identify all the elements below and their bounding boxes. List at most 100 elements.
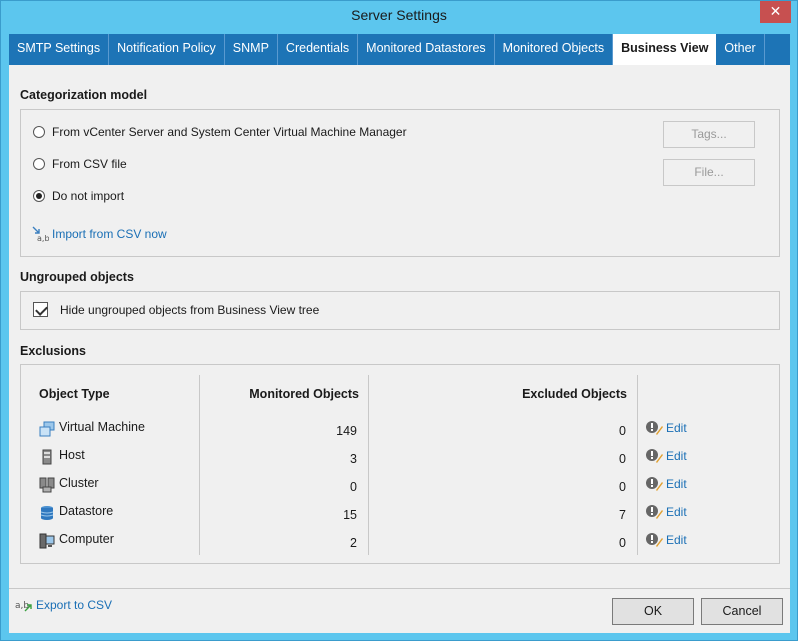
cancel-button[interactable]: Cancel — [701, 598, 783, 625]
column-divider — [368, 375, 369, 415]
edit-link[interactable]: Edit — [666, 421, 687, 435]
radio-button[interactable] — [33, 190, 45, 202]
export-csv-icon: a,b — [15, 597, 33, 613]
edit-exclusion-icon — [646, 476, 664, 492]
tab-monitored-datastores[interactable]: Monitored Datastores — [358, 34, 495, 65]
ok-button[interactable]: OK — [612, 598, 694, 625]
radio-from-vcenter[interactable]: From vCenter Server and System Center Vi… — [33, 125, 407, 139]
excluded-count-cell: 7 — [619, 508, 626, 522]
edit-computer[interactable]: Edit — [646, 532, 687, 548]
column-divider — [199, 499, 200, 527]
radio-label: From CSV file — [52, 157, 127, 171]
object-type-cell: Virtual Machine — [59, 420, 145, 434]
table-row[interactable]: Host 3 0 Edit — [21, 443, 779, 471]
cluster-icon — [39, 477, 55, 493]
categorization-group: From vCenter Server and System Center Vi… — [20, 109, 780, 257]
table-row[interactable]: Virtual Machine 149 0 Edit — [21, 415, 779, 443]
edit-exclusion-icon — [646, 448, 664, 464]
tags-button[interactable]: Tags... — [663, 121, 755, 148]
tab-credentials[interactable]: Credentials — [278, 34, 359, 65]
tab-notification-policy[interactable]: Notification Policy — [109, 34, 225, 65]
excluded-count-cell: 0 — [619, 480, 626, 494]
column-divider — [637, 443, 638, 471]
categorization-title: Categorization model — [20, 88, 148, 102]
excluded-count-cell: 0 — [619, 424, 626, 438]
edit-exclusion-icon — [646, 532, 664, 548]
import-link-label[interactable]: Import from CSV now — [52, 227, 167, 241]
radio-from-csv[interactable]: From CSV file — [33, 157, 127, 171]
tab-snmp[interactable]: SNMP — [225, 34, 278, 65]
excluded-count-cell: 0 — [619, 452, 626, 466]
datastore-icon — [39, 505, 55, 521]
exclusions-title: Exclusions — [20, 344, 86, 358]
radio-button[interactable] — [33, 158, 45, 170]
column-divider — [199, 415, 200, 443]
hide-ungrouped-label: Hide ungrouped objects from Business Vie… — [60, 302, 320, 317]
hide-ungrouped-option[interactable]: Hide ungrouped objects from Business Vie… — [33, 302, 319, 317]
edit-datastore[interactable]: Edit — [646, 504, 687, 520]
close-button[interactable]: ✕ — [760, 1, 791, 23]
radio-do-not-import[interactable]: Do not import — [33, 189, 124, 203]
virtual-machine-icon — [39, 421, 55, 437]
radio-button[interactable] — [33, 126, 45, 138]
monitored-count-cell: 149 — [336, 424, 357, 438]
object-type-cell: Host — [59, 448, 85, 462]
column-divider — [637, 375, 638, 415]
header-excluded-objects[interactable]: Excluded Objects — [369, 387, 627, 401]
tab-monitored-objects[interactable]: Monitored Objects — [495, 34, 614, 65]
monitored-count-cell: 0 — [350, 480, 357, 494]
export-link-label[interactable]: Export to CSV — [36, 598, 112, 612]
exclusions-table: Object Type Monitored Objects Excluded O… — [20, 364, 780, 564]
column-divider — [637, 527, 638, 555]
edit-virtual-machine[interactable]: Edit — [646, 420, 687, 436]
window-title: Server Settings — [351, 7, 447, 23]
edit-exclusion-icon — [646, 504, 664, 520]
radio-label: From vCenter Server and System Center Vi… — [52, 125, 407, 139]
header-monitored-objects[interactable]: Monitored Objects — [201, 387, 359, 401]
tab-business-view[interactable]: Business View — [613, 34, 717, 65]
object-type-cell: Cluster — [59, 476, 99, 490]
import-csv-icon: a,b — [31, 226, 50, 243]
monitored-count-cell: 3 — [350, 452, 357, 466]
import-from-csv-link[interactable]: a,b Import from CSV now — [31, 226, 167, 243]
ungrouped-group: Hide ungrouped objects from Business Vie… — [20, 291, 780, 330]
ungrouped-title: Ungrouped objects — [20, 270, 134, 284]
hide-ungrouped-checkbox[interactable] — [33, 302, 48, 317]
tab-bar: SMTP Settings Notification Policy SNMP C… — [9, 34, 790, 65]
edit-host[interactable]: Edit — [646, 448, 687, 464]
column-divider — [199, 471, 200, 499]
table-row[interactable]: Datastore 15 7 Edit — [21, 499, 779, 527]
excluded-count-cell: 0 — [619, 536, 626, 550]
edit-link[interactable]: Edit — [666, 533, 687, 547]
export-to-csv-link[interactable]: a,b Export to CSV — [15, 597, 112, 613]
edit-cluster[interactable]: Edit — [646, 476, 687, 492]
table-row[interactable]: Cluster 0 0 Edit — [21, 471, 779, 499]
edit-exclusion-icon — [646, 420, 664, 436]
tab-other[interactable]: Other — [716, 34, 765, 65]
column-divider — [199, 527, 200, 555]
edit-link[interactable]: Edit — [666, 477, 687, 491]
footer-separator — [9, 588, 790, 589]
business-view-panel: Categorization model From vCenter Server… — [9, 65, 790, 633]
column-divider — [637, 471, 638, 499]
host-icon — [39, 449, 55, 465]
server-settings-window: Server Settings ✕ SMTP Settings Notifica… — [0, 0, 798, 641]
edit-link[interactable]: Edit — [666, 449, 687, 463]
column-divider — [637, 415, 638, 443]
table-row[interactable]: Computer 2 0 Edit — [21, 527, 779, 555]
object-type-cell: Computer — [59, 532, 114, 546]
monitored-count-cell: 2 — [350, 536, 357, 550]
file-button[interactable]: File... — [663, 159, 755, 186]
radio-label: Do not import — [52, 189, 125, 203]
svg-text:a,b: a,b — [37, 234, 49, 242]
edit-link[interactable]: Edit — [666, 505, 687, 519]
column-divider — [199, 375, 200, 415]
title-bar: Server Settings ✕ — [1, 1, 797, 32]
computer-icon — [39, 533, 55, 549]
header-object-type[interactable]: Object Type — [39, 387, 110, 401]
column-divider — [637, 499, 638, 527]
tab-smtp-settings[interactable]: SMTP Settings — [9, 34, 110, 65]
object-type-cell: Datastore — [59, 504, 114, 518]
monitored-count-cell: 15 — [343, 508, 357, 522]
column-divider — [199, 443, 200, 471]
